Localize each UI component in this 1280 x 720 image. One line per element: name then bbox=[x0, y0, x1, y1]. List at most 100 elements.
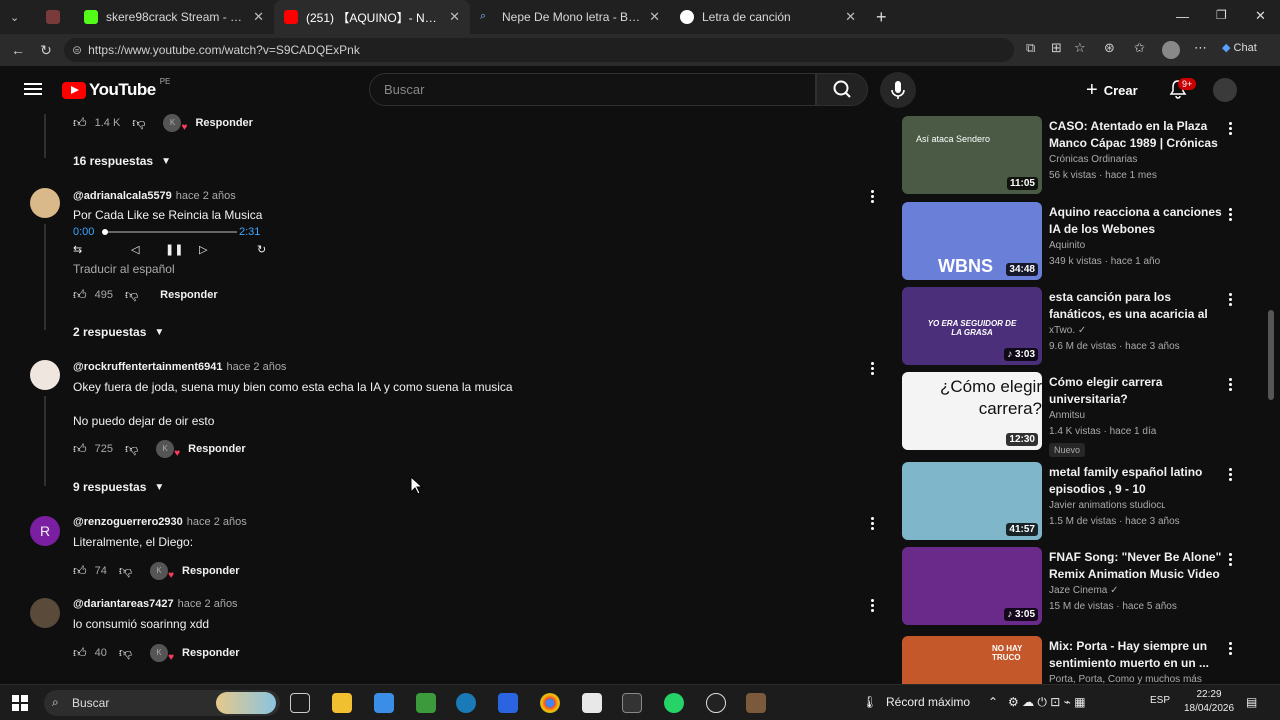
close-icon[interactable]: ✕ bbox=[641, 9, 660, 25]
comment-menu-icon[interactable] bbox=[871, 515, 875, 532]
player-scrubber[interactable] bbox=[102, 229, 108, 235]
video-menu-icon[interactable] bbox=[1229, 120, 1233, 137]
video-card[interactable]: ¿Cómo elegir carrera? 12:30 Cómo elegir c… bbox=[902, 370, 1262, 462]
comment-menu-icon[interactable] bbox=[871, 188, 875, 205]
video-title[interactable]: metal family español latino episodios , … bbox=[1049, 464, 1224, 498]
like-icon[interactable]: 👍︎ bbox=[73, 645, 87, 661]
video-thumbnail[interactable]: Así ataca Sendero 11:05 bbox=[902, 116, 1042, 194]
minimize-icon[interactable]: — bbox=[1176, 9, 1189, 24]
account-avatar[interactable] bbox=[1213, 78, 1237, 102]
taskbar-search[interactable]: ⌕ Buscar bbox=[44, 690, 280, 716]
video-thumbnail[interactable]: 41:57 bbox=[902, 462, 1042, 540]
replies-toggle[interactable]: 16 respuestas ▼ bbox=[73, 154, 171, 168]
avatar[interactable] bbox=[30, 598, 60, 628]
favorite-star-icon[interactable]: ☆ bbox=[1074, 40, 1086, 56]
video-channel[interactable]: Porta, Porta, Como y muchos más bbox=[1049, 674, 1202, 684]
video-channel[interactable]: Javier animations studioᴄʟ bbox=[1049, 500, 1165, 511]
edge-icon[interactable] bbox=[456, 693, 476, 713]
tab-kick-stream[interactable]: skere98crack Stream - Watch Live ✕ bbox=[74, 0, 274, 34]
video-channel[interactable]: Anmitsu bbox=[1049, 410, 1085, 421]
reply-button[interactable]: Responder bbox=[188, 443, 245, 455]
video-menu-icon[interactable] bbox=[1229, 551, 1233, 568]
chrome-icon[interactable] bbox=[540, 693, 560, 713]
comment-menu-icon[interactable] bbox=[871, 597, 875, 614]
chevron-up-icon[interactable]: ⌃ bbox=[988, 695, 998, 709]
tab-pinned[interactable] bbox=[36, 0, 74, 34]
video-card[interactable]: ♪ 3:05 FNAF Song: "Never Be Alone" Remix… bbox=[902, 545, 1262, 627]
notepad-icon[interactable] bbox=[582, 693, 602, 713]
comment-author[interactable]: @rockruffentertainment6941 bbox=[73, 361, 223, 373]
video-title[interactable]: FNAF Song: "Never Be Alone" Remix Animat… bbox=[1049, 549, 1224, 583]
reply-button[interactable]: Responder bbox=[195, 117, 252, 129]
close-icon[interactable]: ✕ bbox=[441, 9, 460, 25]
video-title[interactable]: Mix: Porta - Hay siempre un sentimiento … bbox=[1049, 638, 1224, 672]
avatar[interactable] bbox=[30, 360, 60, 390]
avatar[interactable]: R bbox=[30, 516, 60, 546]
tab-youtube-active[interactable]: (251) 【AQUINO】- Nepe De Mono ✕ bbox=[274, 0, 470, 34]
close-icon[interactable]: ✕ bbox=[837, 9, 856, 25]
weather-label[interactable]: Récord máximo bbox=[886, 695, 970, 709]
whatsapp-icon[interactable] bbox=[664, 693, 684, 713]
site-info-icon[interactable]: ⊜ bbox=[72, 43, 82, 57]
replies-toggle[interactable]: 2 respuestas ▼ bbox=[73, 325, 164, 339]
back-icon[interactable]: ← bbox=[4, 42, 32, 58]
video-thumbnail[interactable]: ♪ 3:05 bbox=[902, 547, 1042, 625]
reply-button[interactable]: Responder bbox=[160, 289, 217, 301]
clock[interactable]: 22:29 18/04/2026 bbox=[1178, 688, 1240, 716]
video-channel[interactable]: Aquinito bbox=[1049, 240, 1085, 251]
video-card[interactable]: NO HAY TRUCO Mix: Porta - Hay siempre un… bbox=[902, 634, 1262, 684]
comment-time[interactable]: hace 2 años bbox=[178, 598, 238, 610]
like-icon[interactable]: 👍︎ bbox=[73, 287, 87, 303]
video-thumbnail[interactable]: NO HAY TRUCO bbox=[902, 636, 1042, 684]
windows-start-icon[interactable] bbox=[12, 695, 28, 711]
like-icon[interactable]: 👍︎ bbox=[73, 563, 87, 579]
create-button[interactable]: + Crear bbox=[1086, 76, 1138, 104]
url-field[interactable]: ⊜ https://www.youtube.com/watch?v=S9CADQ… bbox=[64, 38, 1014, 62]
profile-avatar[interactable] bbox=[1162, 41, 1180, 59]
video-channel[interactable]: Jaze Cinema ✓ bbox=[1049, 585, 1119, 596]
favorites-icon[interactable]: ✩ bbox=[1134, 40, 1145, 56]
video-card[interactable]: Así ataca Sendero 11:05 CASO: Atentado en… bbox=[902, 114, 1262, 196]
video-menu-icon[interactable] bbox=[1229, 291, 1233, 308]
video-title[interactable]: Aquino reacciona a canciones IA de los W… bbox=[1049, 204, 1224, 238]
scrollbar-thumb[interactable] bbox=[1268, 310, 1274, 400]
video-thumbnail[interactable]: ¿Cómo elegir carrera? 12:30 bbox=[902, 372, 1042, 450]
menu-icon[interactable] bbox=[24, 80, 42, 98]
video-thumbnail[interactable]: WBNS 34:48 bbox=[902, 202, 1042, 280]
next-icon[interactable]: ▷ bbox=[199, 243, 207, 256]
like-icon[interactable]: 👍︎ bbox=[73, 115, 87, 131]
close-icon[interactable]: ✕ bbox=[245, 9, 264, 25]
reload-icon[interactable]: ↻ bbox=[32, 42, 60, 59]
task-view-icon[interactable] bbox=[290, 693, 310, 713]
tab-lyrics[interactable]: Letra de canción ✕ bbox=[670, 0, 866, 34]
video-menu-icon[interactable] bbox=[1229, 640, 1233, 657]
reply-button[interactable]: Responder bbox=[182, 647, 239, 659]
youtube-logo[interactable]: YouTube PE bbox=[62, 77, 170, 100]
video-channel[interactable]: Crónicas Ordinarias bbox=[1049, 154, 1137, 165]
dislike-icon[interactable]: 👎︎ bbox=[119, 563, 132, 579]
more-menu-icon[interactable]: ⋯ bbox=[1194, 40, 1207, 56]
weather-icon[interactable]: 🌡︎ bbox=[862, 695, 877, 709]
reply-button[interactable]: Responder bbox=[182, 565, 239, 577]
store-icon[interactable] bbox=[374, 693, 394, 713]
tab-search[interactable]: ⌕ Nepe De Mono letra - Búsqueda ✕ bbox=[470, 0, 670, 34]
video-title[interactable]: CASO: Atentado en la Plaza Manco Cápac 1… bbox=[1049, 118, 1224, 152]
apps-icon[interactable]: ⊞ bbox=[1051, 40, 1062, 56]
tab-menu-button[interactable]: ⌄ bbox=[0, 0, 36, 34]
search-button[interactable] bbox=[816, 73, 868, 106]
previous-icon[interactable]: ◁ bbox=[131, 243, 139, 256]
comment-author[interactable]: @dariantareas7427 bbox=[73, 598, 174, 610]
voice-search-button[interactable] bbox=[880, 72, 916, 108]
replies-toggle[interactable]: 9 respuestas ▼ bbox=[73, 480, 164, 494]
tray-icons[interactable]: ⚙︎ ☁︎ ⏻ ⊡ ⌁ ▦ bbox=[1008, 695, 1086, 710]
comment-author[interactable]: @adrianalcala5579 bbox=[73, 190, 172, 202]
video-menu-icon[interactable] bbox=[1229, 466, 1233, 483]
app-icon[interactable] bbox=[498, 693, 518, 713]
avatar[interactable] bbox=[30, 188, 60, 218]
player-progress-bar[interactable] bbox=[104, 231, 237, 233]
video-title[interactable]: Cómo elegir carrera universitaria? bbox=[1049, 374, 1224, 408]
maximize-icon[interactable]: ❐ bbox=[1216, 8, 1227, 22]
comment-time[interactable]: hace 2 años bbox=[227, 361, 287, 373]
comment-time[interactable]: hace 2 años bbox=[176, 190, 236, 202]
language-indicator[interactable]: ESP bbox=[1150, 695, 1170, 706]
